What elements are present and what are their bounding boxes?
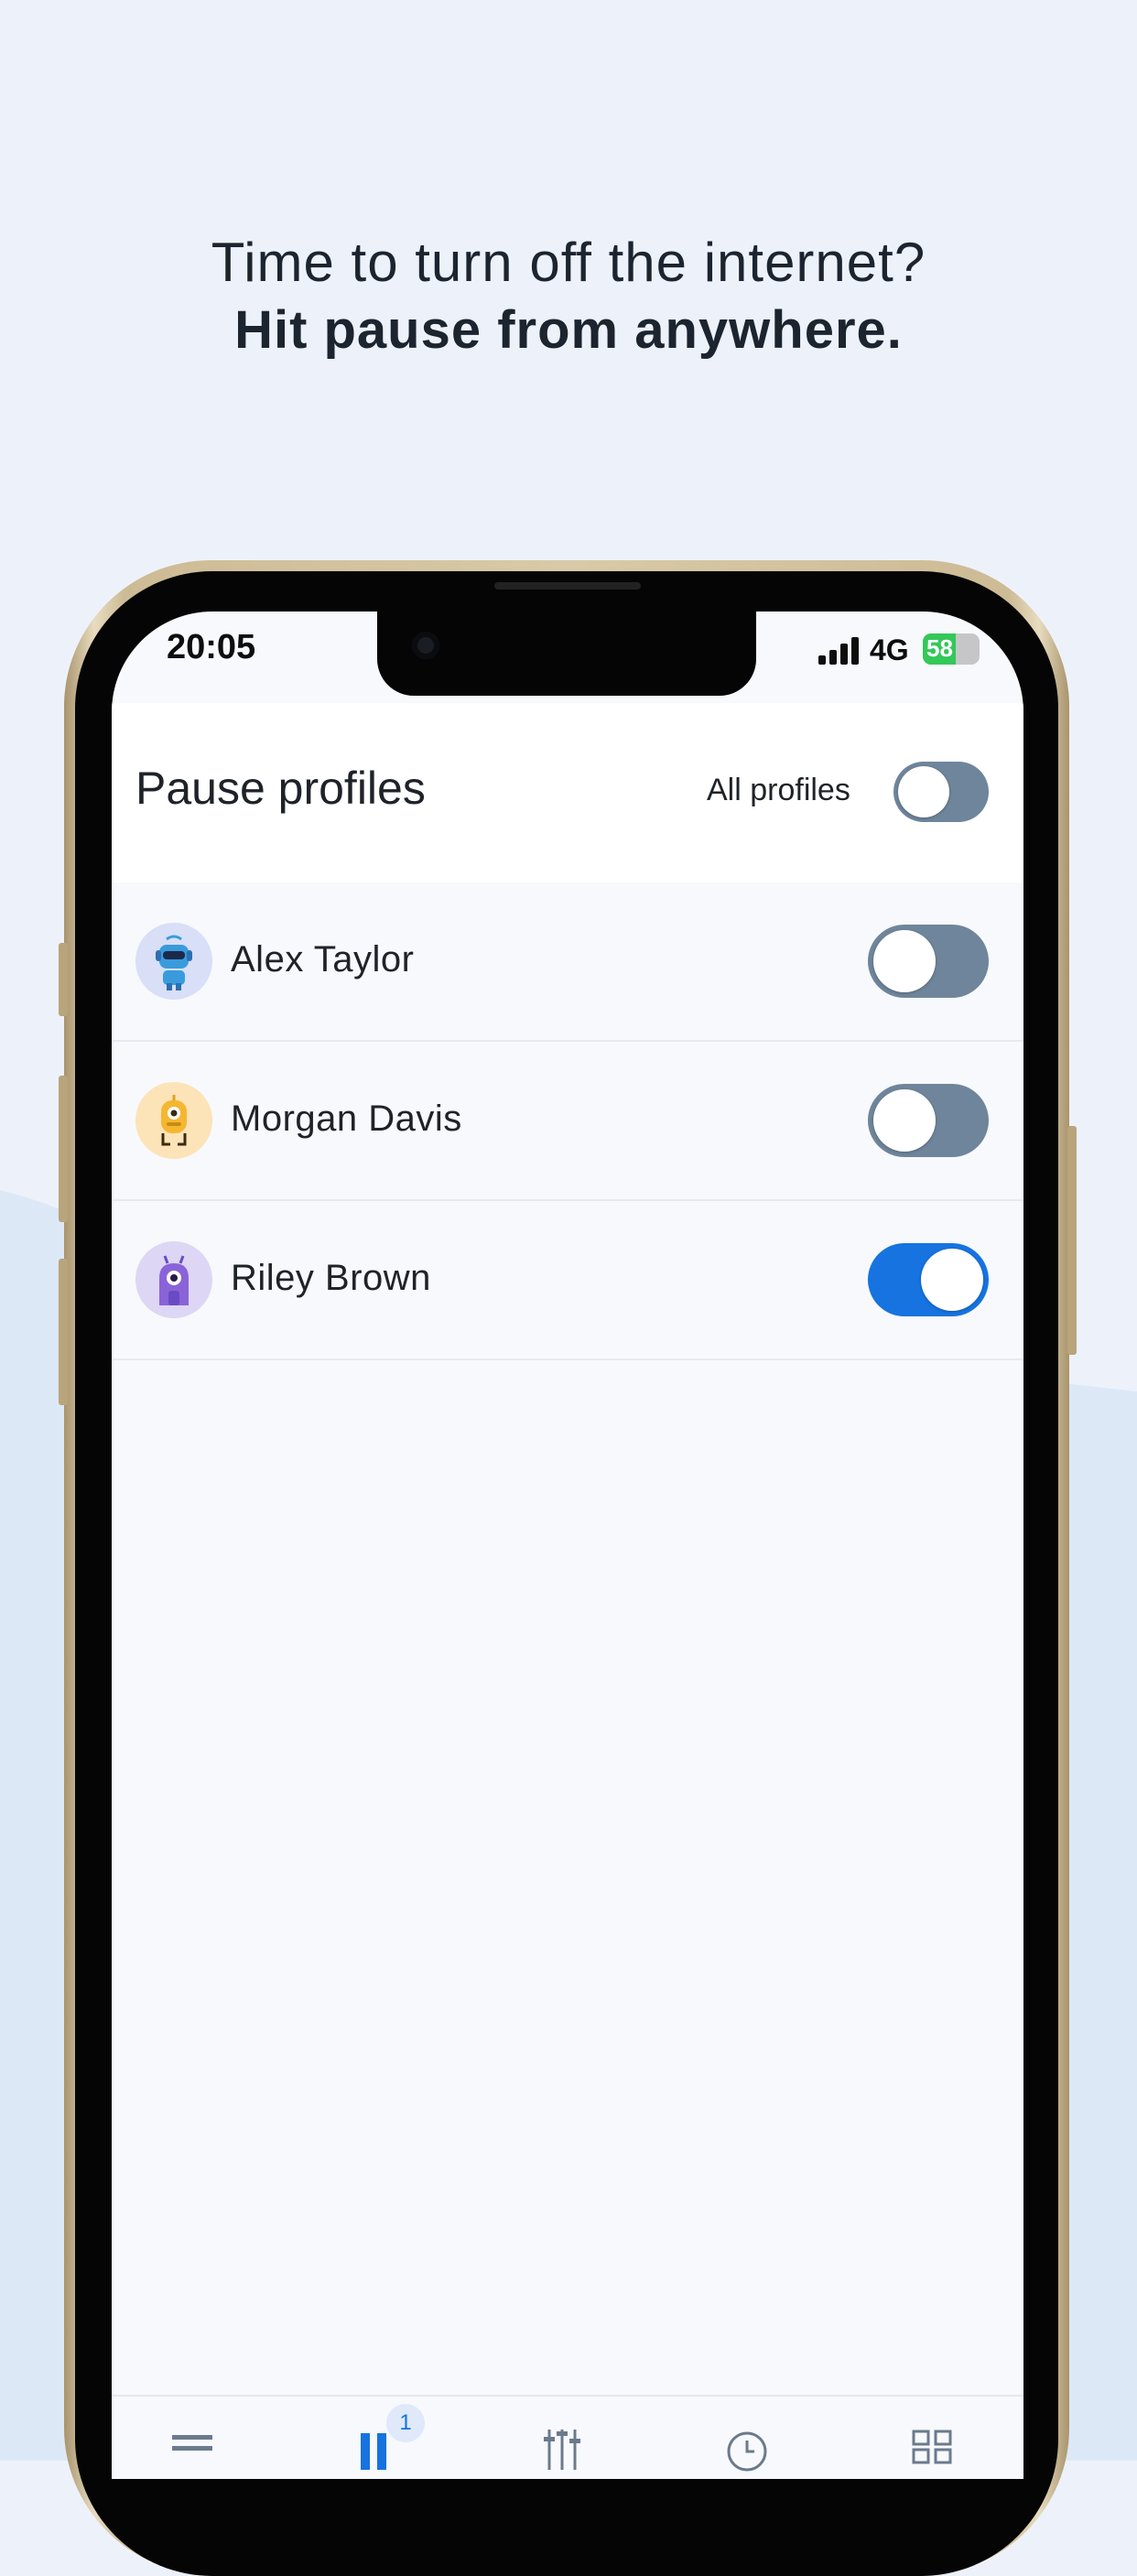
promo-line-1: Time to turn off the internet? (211, 232, 926, 293)
toggle-knob (873, 1089, 936, 1152)
network-type: 4G (870, 633, 909, 666)
all-profiles-label: All profiles (707, 773, 850, 807)
phone-side-button (59, 943, 68, 1016)
profile-name: Alex Taylor (231, 939, 415, 980)
app-screen: 20:05 4G 58 Pause profiles All profiles (112, 612, 1023, 2479)
home-icon (172, 2435, 212, 2451)
grid-icon (912, 2430, 952, 2464)
signal-icon (818, 637, 859, 665)
status-time: 20:05 (167, 628, 256, 666)
all-profiles-toggle[interactable] (893, 762, 989, 822)
profile-list: Alex Taylor Morgan Davis Riley Brown (112, 882, 1023, 1360)
pause-toggle-alex-taylor[interactable] (868, 925, 989, 998)
promo-line-2: Hit pause from anywhere. (234, 300, 903, 360)
yellow-robot-avatar (135, 1082, 212, 1159)
purple-robot-avatar (135, 1241, 212, 1318)
tab-bar: 1 (112, 2395, 1023, 2479)
phone-volume-up (59, 1076, 68, 1222)
phone-speaker (494, 582, 641, 590)
promo-headline: Time to turn off the internet? Hit pause… (0, 229, 1137, 364)
tab-home[interactable] (156, 2424, 229, 2479)
phone-power-button (1067, 1126, 1077, 1355)
tab-more[interactable] (895, 2424, 969, 2479)
blue-robot-avatar (135, 923, 212, 1000)
profile-row-riley-brown[interactable]: Riley Brown (112, 1201, 1023, 1360)
battery-percent: 58 (926, 634, 953, 662)
toggle-knob (873, 930, 936, 992)
tab-history[interactable] (710, 2424, 784, 2479)
phone-volume-down (59, 1259, 68, 1405)
toggle-knob (921, 1249, 983, 1311)
pause-header: Pause profiles All profiles (112, 703, 1023, 882)
page-title: Pause profiles (135, 763, 426, 814)
clock-icon (727, 2431, 767, 2472)
profile-name: Riley Brown (231, 1258, 431, 1298)
profile-row-alex-taylor[interactable]: Alex Taylor (112, 882, 1023, 1042)
pause-toggle-riley-brown[interactable] (868, 1243, 989, 1316)
front-camera (412, 632, 439, 659)
profile-name: Morgan Davis (231, 1099, 462, 1139)
pause-toggle-morgan-davis[interactable] (868, 1084, 989, 1157)
tab-settings[interactable] (525, 2424, 599, 2479)
settings-sliders-icon (544, 2430, 580, 2470)
pause-count-badge: 1 (386, 2404, 425, 2442)
battery-icon: 58 (923, 633, 980, 665)
toggle-knob (898, 766, 949, 817)
profile-row-morgan-davis[interactable]: Morgan Davis (112, 1042, 1023, 1201)
